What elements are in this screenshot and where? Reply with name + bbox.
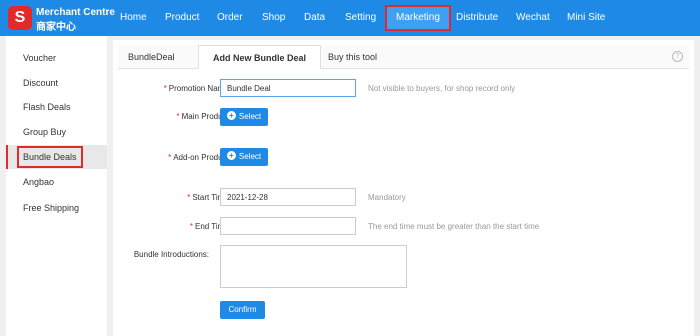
tab-buy-this-tool[interactable]: Buy this tool xyxy=(328,45,377,69)
end-time-hint: The end time must be greater than the st… xyxy=(368,222,540,231)
nav-setting[interactable]: Setting xyxy=(345,0,376,36)
nav-distribute[interactable]: Distribute xyxy=(456,0,498,36)
brand-mark-icon: S xyxy=(8,6,32,30)
promotion-name-label: * Promotion Name: xyxy=(163,84,231,93)
tab-add-new-bundle-deal[interactable]: Add New Bundle Deal xyxy=(198,45,322,69)
plus-icon: + xyxy=(226,151,236,161)
addon-product-label: * Add-on Product: xyxy=(168,153,231,162)
sidebar-item-label: Bundle Deals xyxy=(17,146,83,168)
sidebar-item-label: Group Buy xyxy=(23,127,67,137)
promotion-name-hint: Not visible to buyers, for shop record o… xyxy=(368,84,516,93)
plus-icon: + xyxy=(226,111,236,121)
nav-wechat[interactable]: Wechat xyxy=(516,0,550,36)
sidebar-item-free-shipping[interactable]: Free Shipping xyxy=(6,196,107,220)
main-product-label: * Main Product: xyxy=(176,112,231,121)
sidebar-item-bundle-deals[interactable]: Bundle Deals xyxy=(6,145,107,169)
nav-home[interactable]: Home xyxy=(120,0,147,36)
sidebar-item-label: Discount xyxy=(23,78,59,88)
promotion-name-input[interactable] xyxy=(220,79,356,97)
sidebar: Voucher Discount Flash Deals Group Buy B… xyxy=(6,36,107,336)
nav-mini-site[interactable]: Mini Site xyxy=(567,0,605,36)
tab-bar: BundleDeal Add New Bundle Deal Buy this … xyxy=(118,45,689,69)
main-content: BundleDeal Add New Bundle Deal Buy this … xyxy=(113,40,694,336)
help-icon[interactable]: ? xyxy=(672,51,683,62)
nav-order[interactable]: Order xyxy=(217,0,243,36)
start-time-label: * Start Time: xyxy=(187,193,231,202)
start-time-input[interactable] xyxy=(220,188,356,206)
addon-product-select-button[interactable]: + Select xyxy=(220,148,268,166)
bundle-introductions-label: Bundle Introductions: xyxy=(133,250,209,259)
main-product-select-button[interactable]: + Select xyxy=(220,108,268,126)
bundle-introductions-textarea[interactable] xyxy=(220,245,407,288)
confirm-button[interactable]: Confirm xyxy=(220,301,265,319)
sidebar-item-label: Free Shipping xyxy=(23,203,80,213)
sidebar-item-label: Voucher xyxy=(23,53,57,63)
end-time-input[interactable] xyxy=(220,217,356,235)
sidebar-item-label: Angbao xyxy=(23,177,55,187)
top-navigation-bar: S Merchant Centre 商家中心 Home Product Orde… xyxy=(0,0,700,36)
nav-product[interactable]: Product xyxy=(165,0,199,36)
brand-name-cn: 商家中心 xyxy=(36,22,76,33)
brand-logo[interactable]: S Merchant Centre 商家中心 xyxy=(8,6,115,33)
nav-data[interactable]: Data xyxy=(304,0,325,36)
sidebar-item-voucher[interactable]: Voucher xyxy=(6,46,107,70)
sidebar-item-angbao[interactable]: Angbao xyxy=(6,170,107,194)
nav-shop[interactable]: Shop xyxy=(262,0,285,36)
end-time-label: * End Time: xyxy=(189,222,231,231)
tab-bundle-deal[interactable]: BundleDeal xyxy=(128,45,175,69)
sidebar-item-flash-deals[interactable]: Flash Deals xyxy=(6,95,107,119)
sidebar-item-group-buy[interactable]: Group Buy xyxy=(6,120,107,144)
sidebar-item-label: Flash Deals xyxy=(23,102,71,112)
nav-marketing[interactable]: Marketing xyxy=(385,5,451,31)
brand-name: Merchant Centre xyxy=(36,7,115,18)
sidebar-item-discount[interactable]: Discount xyxy=(6,71,107,95)
start-time-hint: Mandatory xyxy=(368,193,406,202)
